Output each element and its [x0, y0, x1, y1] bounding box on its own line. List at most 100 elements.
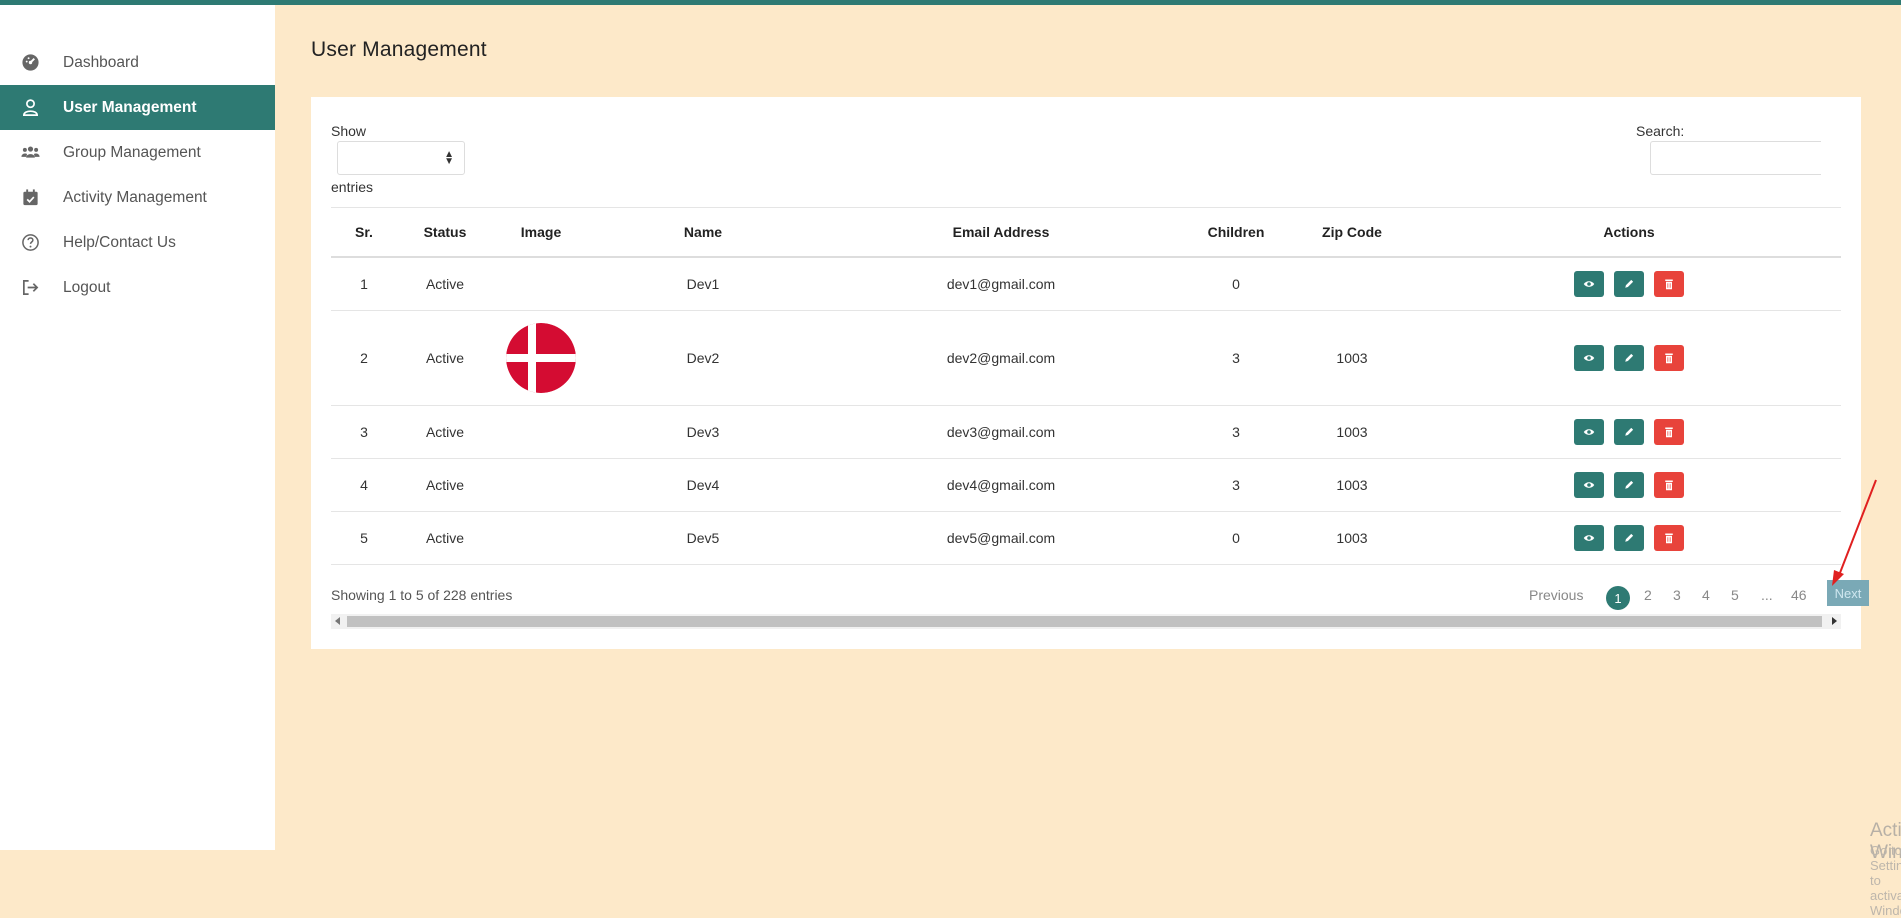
trash-icon — [1665, 279, 1673, 289]
cell-name: Dev1 — [589, 257, 817, 311]
cell-email: dev5@gmail.com — [817, 511, 1185, 565]
cell-children: 0 — [1185, 257, 1287, 311]
column-header-children[interactable]: Children — [1185, 207, 1287, 258]
cell-zip: 1003 — [1287, 511, 1417, 565]
edit-button[interactable] — [1614, 418, 1644, 445]
sidebar-item-logout[interactable]: Logout — [0, 265, 275, 310]
pagination-previous[interactable]: Previous — [1529, 587, 1583, 603]
pagination-page[interactable]: 3 — [1673, 587, 1681, 603]
table-header-row: Sr. Status Image Name Email Address Chil… — [331, 207, 1841, 258]
column-header-sr[interactable]: Sr. — [331, 207, 397, 258]
column-header-zip[interactable]: Zip Code — [1287, 207, 1417, 258]
delete-button[interactable] — [1654, 471, 1684, 498]
column-header-email[interactable]: Email Address — [817, 207, 1185, 258]
eye-icon — [1583, 354, 1595, 361]
table-info: Showing 1 to 5 of 228 entries — [331, 587, 513, 603]
eye-icon — [1583, 428, 1595, 435]
calendar-check-icon — [19, 187, 41, 209]
pencil-icon — [1625, 480, 1634, 489]
sidebar-item-user-management[interactable]: User Management — [0, 85, 275, 130]
scroll-right-arrow-icon[interactable] — [1832, 617, 1837, 625]
pencil-icon — [1625, 353, 1634, 362]
pencil-icon — [1625, 427, 1634, 436]
cell-name: Dev4 — [589, 458, 817, 512]
cell-status: Active — [397, 310, 493, 406]
trash-icon — [1665, 353, 1673, 363]
cell-children: 3 — [1185, 310, 1287, 406]
cell-sr: 5 — [331, 511, 397, 565]
cell-image — [493, 257, 589, 311]
sidebar-item-label: Logout — [63, 278, 111, 296]
cell-status: Active — [397, 511, 493, 565]
scroll-left-arrow-icon[interactable] — [335, 617, 340, 625]
sidebar-item-label: Activity Management — [63, 188, 207, 206]
trash-icon — [1665, 480, 1673, 490]
cell-sr: 3 — [331, 405, 397, 459]
pagination-page[interactable]: 2 — [1644, 587, 1652, 603]
users-table-wrapper: Sr. Status Image Name Email Address Chil… — [331, 207, 1841, 565]
cell-zip: 1003 — [1287, 405, 1417, 459]
pencil-icon — [1625, 533, 1634, 542]
cell-email: dev2@gmail.com — [817, 310, 1185, 406]
eye-icon — [1583, 280, 1595, 287]
eye-icon — [1583, 534, 1595, 541]
entries-label: entries — [331, 179, 374, 195]
trash-icon — [1665, 533, 1673, 543]
cell-status: Active — [397, 257, 493, 311]
sidebar-item-label: Help/Contact Us — [63, 233, 176, 251]
sidebar-item-activity-management[interactable]: Activity Management — [0, 175, 275, 220]
edit-button[interactable] — [1614, 344, 1644, 371]
sidebar-nav: Dashboard User Management Group Manageme… — [0, 40, 275, 310]
delete-button[interactable] — [1654, 418, 1684, 445]
cell-sr: 1 — [331, 257, 397, 311]
eye-icon — [1583, 481, 1595, 488]
cell-zip: 1003 — [1287, 310, 1417, 406]
edit-button[interactable] — [1614, 524, 1644, 551]
sidebar-item-group-management[interactable]: Group Management — [0, 130, 275, 175]
column-header-image[interactable]: Image — [493, 207, 589, 258]
cell-email: dev1@gmail.com — [817, 257, 1185, 311]
cell-children: 0 — [1185, 511, 1287, 565]
scrollbar-thumb[interactable] — [347, 616, 1822, 627]
sidebar-item-label: User Management — [63, 98, 197, 116]
delete-button[interactable] — [1654, 270, 1684, 297]
column-header-status[interactable]: Status — [397, 207, 493, 258]
pagination-ellipsis: ... — [1761, 587, 1773, 603]
user-icon — [19, 97, 41, 119]
windows-activation-subtitle: Go to Settings to activate Windows. — [1870, 843, 1901, 918]
entries-length-select[interactable]: ▲ ▼ — [337, 141, 465, 175]
cell-image — [493, 511, 589, 565]
view-button[interactable] — [1574, 524, 1604, 551]
sidebar-item-dashboard[interactable]: Dashboard — [0, 40, 275, 85]
cell-actions — [1417, 310, 1841, 406]
column-header-actions: Actions — [1417, 207, 1841, 258]
sidebar-item-label: Group Management — [63, 143, 201, 161]
view-button[interactable] — [1574, 270, 1604, 297]
pagination-page-current[interactable]: 1 — [1606, 586, 1630, 610]
view-button[interactable] — [1574, 344, 1604, 371]
show-label: Show — [331, 123, 367, 139]
cell-name: Dev2 — [589, 310, 817, 406]
search-input[interactable] — [1650, 141, 1821, 175]
users-table: Sr. Status Image Name Email Address Chil… — [331, 207, 1841, 565]
cell-status: Active — [397, 458, 493, 512]
cell-actions — [1417, 511, 1841, 565]
cell-zip: 1003 — [1287, 458, 1417, 512]
horizontal-scrollbar[interactable] — [331, 614, 1841, 629]
pagination-page[interactable]: 5 — [1731, 587, 1739, 603]
pagination-page-last[interactable]: 46 — [1791, 587, 1807, 603]
sidebar-item-help-contact[interactable]: Help/Contact Us — [0, 220, 275, 265]
delete-button[interactable] — [1654, 344, 1684, 371]
table-row: 5 Active Dev5 dev5@gmail.com 0 1003 — [331, 511, 1841, 565]
select-sort-arrows-icon: ▲ ▼ — [444, 149, 454, 167]
pagination-page[interactable]: 4 — [1702, 587, 1710, 603]
edit-button[interactable] — [1614, 270, 1644, 297]
table-row: 3 Active Dev3 dev3@gmail.com 3 1003 — [331, 405, 1841, 459]
view-button[interactable] — [1574, 471, 1604, 498]
view-button[interactable] — [1574, 418, 1604, 445]
delete-button[interactable] — [1654, 524, 1684, 551]
cell-name: Dev3 — [589, 405, 817, 459]
column-header-name[interactable]: Name — [589, 207, 817, 258]
edit-button[interactable] — [1614, 471, 1644, 498]
cell-image — [493, 458, 589, 512]
